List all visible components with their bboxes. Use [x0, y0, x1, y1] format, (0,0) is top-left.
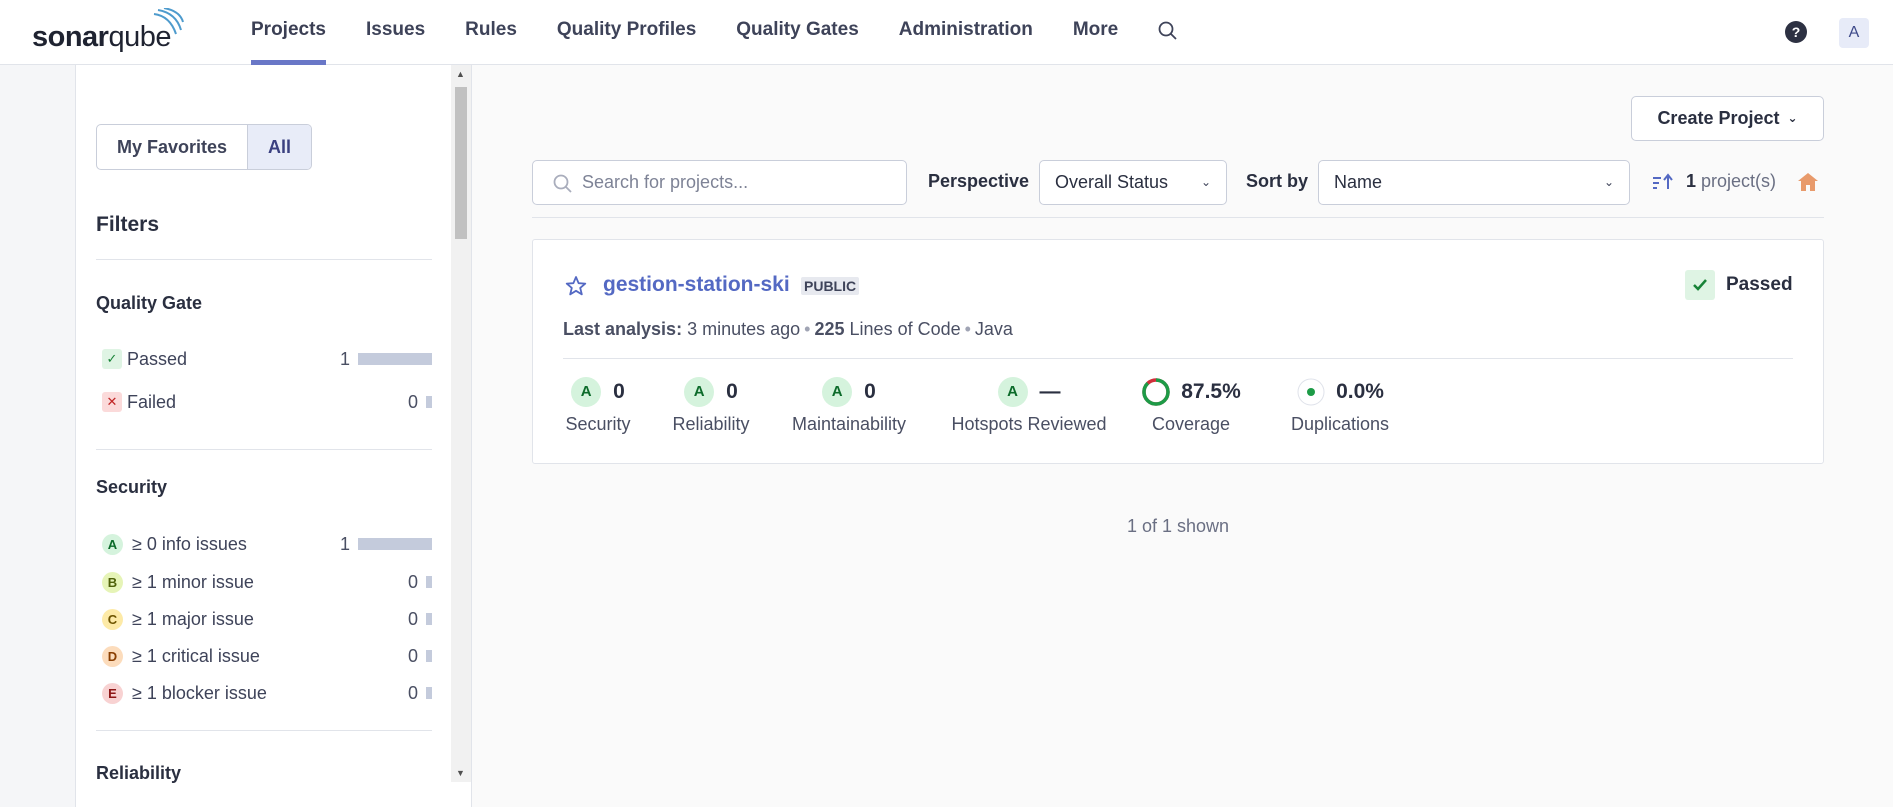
quality-gate-facet-title[interactable]: Quality Gate [96, 293, 202, 314]
metric-security[interactable]: A0 Security [563, 376, 633, 435]
perspective-select[interactable]: Overall Status ⌄ [1039, 160, 1227, 205]
reliability-facet-title[interactable]: Reliability [96, 763, 181, 784]
facet-bar [358, 353, 432, 365]
facet-bar [426, 576, 432, 588]
project-count: 1 project(s) [1686, 171, 1777, 191]
facet-security-a[interactable]: A ≥ 0 info issues 1 [102, 530, 432, 558]
divider [563, 358, 1793, 359]
divider [532, 217, 1824, 218]
search-input[interactable] [582, 161, 892, 204]
my-favorites-button[interactable]: My Favorites [97, 125, 247, 169]
filters-title: Filters [96, 213, 160, 236]
chevron-down-icon: ⌄ [1603, 175, 1614, 189]
facet-bar [426, 396, 432, 408]
chevron-down-icon: ⌄ [1200, 175, 1211, 189]
rating-a-icon: A [997, 377, 1028, 407]
rating-a-icon: A [822, 377, 853, 407]
nav-issues[interactable]: Issues [366, 0, 425, 65]
main-nav: Projects Issues Rules Quality Profiles Q… [251, 0, 1158, 65]
divider [96, 259, 432, 260]
scroll-up-icon[interactable]: ▲ [456, 69, 465, 79]
scroll-thumb[interactable] [455, 87, 467, 239]
divider [96, 449, 432, 450]
perspective-label: Perspective [928, 171, 1030, 191]
quality-gate-status: Passed [1685, 270, 1793, 300]
nav-quality-profiles[interactable]: Quality Profiles [557, 0, 696, 65]
metric-duplications[interactable]: 0.0% Duplications [1285, 376, 1395, 435]
results-shown: 1 of 1 shown [1126, 516, 1230, 536]
nav-projects[interactable]: Projects [251, 0, 326, 65]
nav-rules[interactable]: Rules [465, 0, 517, 65]
sidebar-scrollbar[interactable]: ▲ ▼ [451, 65, 471, 782]
facet-quality-gate-failed[interactable]: ✕ Failed 0 [102, 388, 432, 416]
metric-hotspots-reviewed[interactable]: A — Hotspots Reviewed [949, 376, 1109, 435]
divider [96, 730, 432, 731]
nav-administration[interactable]: Administration [899, 0, 1033, 65]
all-button[interactable]: All [247, 125, 312, 169]
sort-select[interactable]: Name ⌄ [1318, 160, 1630, 205]
sort-by-label: Sort by [1246, 171, 1309, 191]
top-navigation: sonarqube Projects Issues Rules Quality … [0, 0, 1893, 65]
star-icon[interactable] [565, 275, 587, 302]
projects-main: Create Project⌄ Perspective Overall Stat… [472, 65, 1893, 807]
favorites-toggle: My Favorites All [96, 124, 313, 170]
cross-icon: ✕ [102, 392, 122, 412]
facet-security-c[interactable]: C ≥ 1 major issue 0 [102, 605, 432, 633]
facet-security-d[interactable]: D ≥ 1 critical issue 0 [102, 642, 432, 670]
sonar-waves-icon [153, 8, 184, 35]
avatar[interactable]: A [1839, 18, 1869, 48]
rating-c-icon: C [102, 608, 123, 630]
nav-more[interactable]: More [1073, 0, 1118, 65]
search-icon[interactable] [1157, 20, 1179, 47]
facet-quality-gate-passed[interactable]: ✓ Passed 1 [102, 345, 432, 373]
rating-d-icon: D [102, 645, 123, 667]
help-icon[interactable]: ? [1785, 21, 1807, 43]
scroll-down-icon[interactable]: ▼ [456, 768, 465, 778]
check-icon: ✓ [102, 349, 122, 369]
rating-b-icon: B [102, 571, 123, 593]
analysis-info: Last analysis: 3 minutes ago • 225 Lines o… [563, 319, 1013, 339]
home-icon[interactable] [1797, 171, 1819, 198]
facet-bar [358, 538, 432, 550]
project-search[interactable] [532, 160, 907, 205]
facet-security-e[interactable]: E ≥ 1 blocker issue 0 [102, 679, 432, 707]
chevron-down-icon: ⌄ [1787, 111, 1798, 125]
duplications-icon [1297, 378, 1325, 406]
facet-bar [426, 650, 432, 662]
rating-a-icon: A [571, 377, 602, 407]
rating-a-icon: A [102, 533, 123, 555]
search-icon [553, 174, 572, 193]
metric-coverage[interactable]: 87.5% Coverage [1141, 376, 1241, 435]
sonarqube-logo[interactable]: sonarqube [32, 8, 184, 54]
nav-quality-gates[interactable]: Quality Gates [736, 0, 859, 65]
left-gutter [0, 65, 76, 807]
rating-a-icon: A [684, 377, 715, 407]
metric-reliability[interactable]: A0 Reliability [671, 376, 751, 435]
sort-ascending-icon[interactable] [1652, 173, 1674, 196]
facet-bar [426, 613, 432, 625]
visibility-badge: PUBLIC [801, 277, 860, 295]
metric-maintainability[interactable]: A0 Maintainability [789, 376, 909, 435]
rating-e-icon: E [102, 682, 123, 704]
create-project-button[interactable]: Create Project ⌄ [1631, 96, 1824, 141]
check-icon [1685, 270, 1715, 300]
facet-bar [426, 687, 432, 699]
filters-sidebar: My Favorites All Filters Quality Gate ✓ … [76, 65, 451, 807]
security-facet-title[interactable]: Security [96, 477, 167, 498]
facet-security-b[interactable]: B ≥ 1 minor issue 0 [102, 568, 432, 596]
project-card: gestion-station-ski PUBLIC Passed Last a… [532, 239, 1824, 464]
coverage-donut-icon [1142, 378, 1170, 406]
project-name-link[interactable]: gestion-station-ski [603, 273, 790, 297]
